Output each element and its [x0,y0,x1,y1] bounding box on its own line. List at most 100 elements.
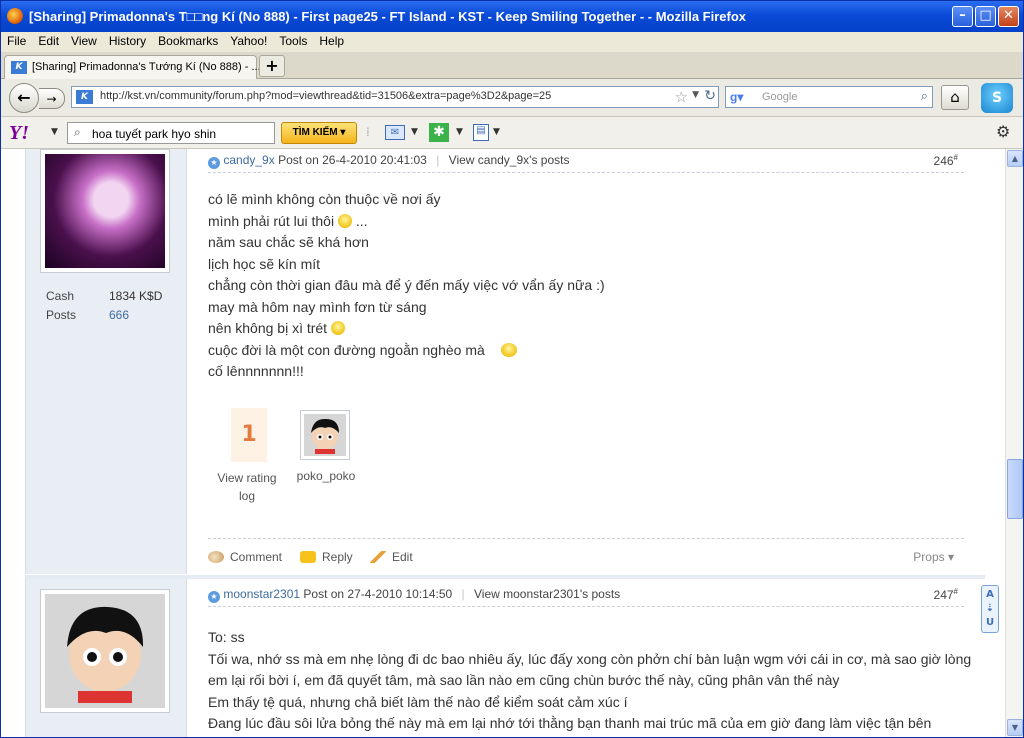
vertical-scrollbar[interactable]: ▲ ▼ [1005,149,1023,737]
settings-gear-icon[interactable]: ⚙ [996,122,1010,141]
yahoo-search-button[interactable]: TÌM KIẾM ▾ [281,122,357,144]
comment-button[interactable]: Comment [208,550,282,564]
message-line: cố lênnnnnnn!!! [208,363,304,379]
post-number[interactable]: 247# [934,587,958,602]
cash-value: 1834 K$D [109,289,163,303]
cash-label: Cash [46,289,75,303]
notepad-icon[interactable]: ▤ [473,124,489,141]
rater-avatar-image [304,414,346,456]
reload-icon[interactable]: ↻ [704,88,716,104]
author-stats: Cash 1834 K$D Posts 666 [46,289,162,327]
wave-emoticon-icon [488,342,531,357]
url-dropdown-icon[interactable]: ▼ [692,90,699,100]
site-favicon-icon: K [11,61,27,74]
reply-icon [300,551,316,563]
menu-tools[interactable]: Tools [273,32,313,50]
post-author-sidebar [26,579,187,737]
post-author-link[interactable]: candy_9x [223,153,274,167]
menu-help[interactable]: Help [313,32,350,50]
message-line: cuộc đời là một con đường ngoằn nghèo mà [208,340,978,362]
search-bar[interactable]: g▾ Google ⌕ [725,86,933,108]
post-header: ★ moonstar2301 Post on 27-4-2010 10:14:5… [208,587,964,607]
yahoo-search-input[interactable]: ⌕ hoa tuyết park hyo shin [67,122,275,144]
yahoo-bookmark-icon[interactable]: ✱ [429,123,449,142]
smile-emoticon-icon [337,213,352,228]
bookmark-dropdown-icon[interactable]: ▼ [456,127,463,137]
props-menu[interactable]: Props ▾ [913,550,954,564]
window-title: [Sharing] Primadonna's T□□ng Kí (No 888)… [29,9,747,24]
posts-count-link[interactable]: 666 [109,308,129,322]
pencil-icon [370,551,386,563]
message-line: nên không bị xì trét [208,318,978,340]
skype-icon[interactable]: S [981,83,1013,113]
url-text[interactable]: http://kst.vn/community/forum.php?mod=vi… [100,90,551,102]
tab-forum-thread[interactable]: K [Sharing] Primadonna's Tướng Kí (No 88… [4,55,261,79]
menu-bar: File Edit View History Bookmarks Yahoo! Tools H… [1,32,1023,52]
yahoo-dropdown-icon[interactable]: ▼ [51,127,58,137]
post-actions: Comment Reply Edit Props ▾ [208,538,964,572]
edit-button[interactable]: Edit [370,550,413,564]
bookmark-star-icon[interactable]: ☆ [675,88,688,106]
view-rating-log-link[interactable]: View rating log [216,469,278,505]
firefox-logo-icon [7,8,23,24]
google-icon[interactable]: g▾ [730,90,746,106]
menu-view[interactable]: View [65,32,103,50]
search-icon[interactable]: ⌕ [921,89,928,104]
menu-file[interactable]: File [1,32,32,50]
online-status-icon: ★ [208,591,220,603]
post-author-sidebar: Cash 1834 K$D Posts 666 [26,149,187,574]
yahoo-search-value: hoa tuyết park hyo shin [92,127,217,141]
post-number[interactable]: 246# [934,153,958,168]
avatar[interactable] [40,149,170,273]
message-line: Em thấy tệ quá, nhưng chả biết làm thế n… [208,693,628,710]
avatar[interactable] [40,589,170,713]
new-tab-button[interactable]: + [259,55,285,77]
menu-edit[interactable]: Edit [32,32,65,50]
reply-button[interactable]: Reply [300,550,353,564]
laugh-emoticon-icon [330,321,345,335]
post-date: Post on 27-4-2010 10:14:50 [303,587,453,601]
menu-bookmarks[interactable]: Bookmarks [152,32,224,50]
mail-dropdown-icon[interactable]: ▼ [411,127,418,137]
forward-button[interactable]: → [39,88,65,109]
scroll-thumb[interactable] [1007,459,1023,519]
side-quick-tool[interactable]: A ⇣ U [981,585,999,633]
scroll-down-button[interactable]: ▼ [1007,719,1023,736]
close-button[interactable]: ✕ [998,6,1019,27]
menu-yahoo[interactable]: Yahoo! [224,32,273,50]
back-button[interactable]: ← [9,83,39,113]
maximize-button[interactable]: □ [975,6,996,27]
post-message: To: ss Tối wa, nhớ ss mà em nhẹ lòng đi … [208,627,993,735]
rater-avatar[interactable] [300,410,350,460]
search-placeholder: Google [762,91,798,103]
navigation-toolbar: ← → K http://kst.vn/community/forum.php?… [1,79,1023,117]
menu-history[interactable]: History [103,32,152,50]
message-line: năm sau chắc sẽ khá hơn [208,234,369,250]
forum-post: ★ moonstar2301 Post on 27-4-2010 10:14:5… [25,575,985,737]
message-line: mình phải rút lui thôi ... [208,212,368,229]
mail-icon[interactable]: ✉ [385,125,405,140]
message-line: Tối wa, nhớ ss mà em nhẹ lòng đi dc bao … [208,650,972,667]
message-line: Đang lúc đầu sôi lửa bỏng thế này mà em … [208,715,932,731]
yahoo-toolbar: Y! ▼ ⌕ hoa tuyết park hyo shin TÌM KIẾM … [1,117,1023,149]
url-bar[interactable]: K http://kst.vn/community/forum.php?mod=… [71,86,719,108]
avatar-image [45,594,165,708]
scroll-up-button[interactable]: ▲ [1007,150,1023,167]
post-header: ★ candy_9x Post on 26-4-2010 20:41:03 | … [208,153,964,173]
browser-window: [Sharing] Primadonna's T□□ng Kí (No 888)… [0,0,1024,738]
site-favicon-icon: K [76,90,93,104]
comment-icon [208,551,224,563]
home-button[interactable]: ⌂ [941,85,969,110]
tab-label: [Sharing] Primadonna's Tướng Kí (No 888)… [32,61,261,73]
yahoo-logo[interactable]: Y! [9,122,29,145]
page-content: Cash 1834 K$D Posts 666 ★ candy_9x Post on… [1,149,1005,737]
message-line: chẳng còn thời gian đâu mà để ý đến mấy … [208,277,605,293]
view-posts-link[interactable]: View moonstar2301's posts [474,587,620,601]
notepad-dropdown-icon[interactable]: ▼ [493,127,500,137]
rater-name-link[interactable]: poko_poko [288,469,364,483]
title-bar: [Sharing] Primadonna's T□□ng Kí (No 888)… [1,1,1023,32]
post-author-link[interactable]: moonstar2301 [223,587,300,601]
view-posts-link[interactable]: View candy_9x's posts [449,153,570,167]
message-line: lịch học sẽ kín mít [208,255,321,272]
minimize-button[interactable]: – [952,6,973,27]
